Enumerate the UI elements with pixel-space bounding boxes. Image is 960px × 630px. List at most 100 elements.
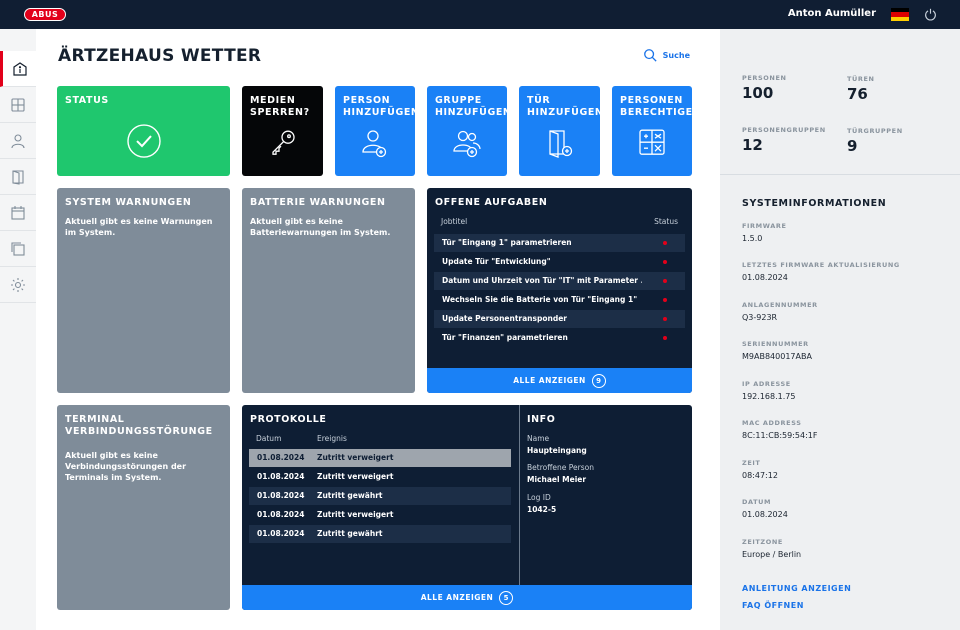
sidebar-item-persons[interactable] xyxy=(0,123,36,159)
add-group-button[interactable]: GRUPPE HINZUFÜGEN xyxy=(427,86,507,176)
search-icon xyxy=(643,49,657,62)
terminal-errors-panel: TERMINAL VERBINDUNGSSTÖRUNGE Aktuell gib… xyxy=(57,405,230,610)
add-group-title: GRUPPE HINZUFÜGEN xyxy=(435,95,507,118)
sysinfo-value: 01.08.2024 xyxy=(742,273,788,282)
add-person-button[interactable]: PERSON HINZUFÜGEN xyxy=(335,86,415,176)
key-icon xyxy=(271,130,295,155)
guide-link[interactable]: ANLEITUNG ANZEIGEN xyxy=(742,584,851,593)
protocols-count-badge: 5 xyxy=(499,590,514,605)
protocols-show-all-button[interactable]: ALLE ANZEIGEN 5 xyxy=(242,585,692,610)
system-warnings-title: SYSTEM WARNUNGEN xyxy=(65,197,192,208)
copy-icon xyxy=(11,241,25,256)
battery-warnings-panel: BATTERIE WARNUNGEN Aktuell gibt es keine… xyxy=(242,188,415,393)
info-log-id: Log ID 1042-5 xyxy=(527,493,557,514)
terminal-errors-title: TERMINAL VERBINDUNGSSTÖRUNGE xyxy=(65,414,213,437)
sysinfo-label: MAC ADDRESS xyxy=(742,419,802,427)
add-group-icon xyxy=(453,130,481,158)
protocols-title: PROTOKOLLE xyxy=(250,414,327,425)
add-person-title: PERSON HINZUFÜGEN xyxy=(343,95,415,118)
status-dot-icon xyxy=(663,336,667,340)
right-panel: PERSONEN 100 TÜREN 76 PERSONENGRUPPEN 12… xyxy=(720,29,960,630)
persons-value: 100 xyxy=(742,84,774,102)
persons-label: PERSONEN xyxy=(742,74,787,82)
sysinfo-value: Q3-923R xyxy=(742,313,778,322)
sysinfo-value: 8C:11:CB:59:54:1F xyxy=(742,431,818,440)
sysinfo-label: ZEITZONE xyxy=(742,538,783,546)
open-tasks-title: OFFENE AUFGABEN xyxy=(435,197,548,208)
open-tasks-panel: OFFENE AUFGABEN Jobtitel Status Tür "Ein… xyxy=(427,188,692,393)
status-dot-icon xyxy=(663,279,667,283)
status-tile[interactable]: STATUS xyxy=(57,86,230,176)
sysinfo-label: IP ADRESSE xyxy=(742,380,791,388)
info-person: Betroffene Person Michael Meier xyxy=(527,463,594,484)
faq-link[interactable]: FAQ ÖFFNEN xyxy=(742,601,804,610)
doors-label: TÜREN xyxy=(847,75,875,83)
task-row[interactable]: Update Personentransponder xyxy=(434,310,685,328)
media-lock-tile[interactable]: MEDIEN SPERREN? xyxy=(242,86,323,176)
sysinfo-value: 192.168.1.75 xyxy=(742,392,796,401)
battery-warnings-title: BATTERIE WARNUNGEN xyxy=(250,197,386,208)
protocol-row[interactable]: 01.08.2024 Zutritt gewährt xyxy=(249,525,511,543)
sysinfo-value: 08:47:12 xyxy=(742,471,778,480)
doorgroups-value: 9 xyxy=(847,137,858,155)
sysinfo-title: SYSTEMINFORMATIONEN xyxy=(742,198,887,209)
page-title: ÄRTZEHAUS WETTER xyxy=(58,46,262,66)
protocol-row[interactable]: 01.08.2024 Zutritt verweigert xyxy=(249,449,511,467)
sysinfo-label: DATUM xyxy=(742,498,772,506)
sidebar xyxy=(0,29,36,630)
sysinfo-value: Europe / Berlin xyxy=(742,550,802,559)
tasks-count-badge: 9 xyxy=(591,373,606,388)
protocols-col-date: Datum xyxy=(256,434,282,443)
add-door-title: TÜR HINZUFÜGEN xyxy=(527,95,600,118)
doorgroups-label: TÜRGRUPPEN xyxy=(847,127,903,135)
status-tile-title: STATUS xyxy=(65,95,109,106)
stats-separator xyxy=(720,174,960,175)
info-divider xyxy=(519,405,520,585)
power-icon[interactable] xyxy=(924,8,937,21)
tasks-show-all-button[interactable]: ALLE ANZEIGEN 9 xyxy=(427,368,692,393)
tasks-show-all-label: ALLE ANZEIGEN xyxy=(513,376,586,385)
system-warnings-panel: SYSTEM WARNUNGEN Aktuell gibt es keine W… xyxy=(57,188,230,393)
search-label: Suche xyxy=(662,50,690,60)
sidebar-item-overview[interactable] xyxy=(0,87,36,123)
sidebar-item-info[interactable] xyxy=(0,51,36,87)
abus-logo[interactable]: ABUS xyxy=(24,8,66,21)
user-name[interactable]: Anton Aumüller xyxy=(788,8,876,19)
task-row[interactable]: Update Tür "Entwicklung" xyxy=(434,253,685,271)
person-permissions-title: PERSONEN BERECHTIGEN xyxy=(620,95,692,118)
add-door-button[interactable]: TÜR HINZUFÜGEN xyxy=(519,86,600,176)
check-circle-icon xyxy=(126,124,161,158)
top-bar: ABUS Anton Aumüller xyxy=(0,0,960,29)
sidebar-item-settings[interactable] xyxy=(0,267,36,303)
tasks-col-job: Jobtitel xyxy=(441,217,468,226)
info-icon xyxy=(12,61,27,76)
groups-label: PERSONENGRUPPEN xyxy=(742,126,826,134)
status-dot-icon xyxy=(663,317,667,321)
add-door-icon xyxy=(548,130,572,158)
battery-warnings-text: Aktuell gibt es keine Batteriewarnungen … xyxy=(250,217,391,237)
person-icon xyxy=(11,133,25,148)
gear-icon xyxy=(11,277,25,292)
search-button[interactable]: Suche xyxy=(643,48,690,62)
protocol-row[interactable]: 01.08.2024 Zutritt gewährt xyxy=(249,487,511,505)
sysinfo-label: ZEIT xyxy=(742,459,761,467)
sidebar-item-doors[interactable] xyxy=(0,159,36,195)
calendar-icon xyxy=(11,205,25,220)
language-flag-icon[interactable] xyxy=(891,8,909,21)
protocol-row[interactable]: 01.08.2024 Zutritt verweigert xyxy=(249,468,511,486)
protocol-row[interactable]: 01.08.2024 Zutritt verweigert xyxy=(249,506,511,524)
tasks-header: Jobtitel Status xyxy=(441,217,678,226)
door-icon xyxy=(12,169,24,185)
sysinfo-label: ANLAGENNUMMER xyxy=(742,301,818,309)
sidebar-item-copy[interactable] xyxy=(0,231,36,267)
task-row[interactable]: Tür "Finanzen" parametrieren xyxy=(434,329,685,347)
add-person-icon xyxy=(362,130,387,158)
task-row[interactable]: Wechseln Sie die Batterie von Tür "Einga… xyxy=(434,291,685,309)
sidebar-item-calendar[interactable] xyxy=(0,195,36,231)
task-row[interactable]: Tür "Eingang 1" parametrieren xyxy=(434,234,685,252)
task-row[interactable]: Datum und Uhrzeit von Tür "IT" mit Param… xyxy=(434,272,685,290)
media-lock-title: MEDIEN SPERREN? xyxy=(250,95,310,118)
person-permissions-button[interactable]: PERSONEN BERECHTIGEN xyxy=(612,86,692,176)
status-dot-icon xyxy=(663,260,667,264)
status-dot-icon xyxy=(663,298,667,302)
